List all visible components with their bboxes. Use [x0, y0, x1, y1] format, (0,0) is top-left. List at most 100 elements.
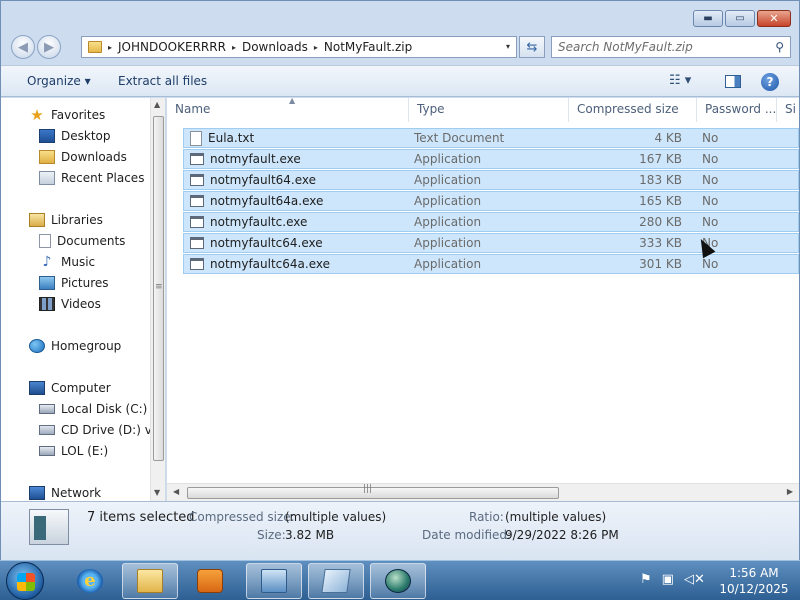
pictures-icon	[39, 276, 55, 290]
minimize-button[interactable]: ▬	[693, 10, 723, 27]
column-name[interactable]: ▲ Name	[167, 98, 409, 122]
file-name: notmyfault.exe	[210, 152, 301, 166]
nav-label: Homegroup	[51, 339, 122, 353]
address-bar[interactable]: ▸ JOHNDOOKERRRR ▸ Downloads ▸ NotMyFault…	[81, 36, 517, 58]
taskbar-ie[interactable]: e	[62, 563, 118, 599]
breadcrumb-user[interactable]: JOHNDOOKERRRR	[118, 40, 226, 54]
maximize-icon: ▭	[735, 12, 745, 24]
table-row[interactable]: notmyfault.exe Application 167 KB No	[183, 149, 799, 169]
nav-recent-places[interactable]: Recent Places	[39, 171, 144, 185]
nav-documents[interactable]: Documents	[39, 234, 125, 248]
table-row[interactable]: notmyfaultc64a.exe Application 301 KB No	[183, 254, 799, 274]
view-options-icon[interactable]: ☷ ▾	[669, 73, 691, 88]
selection-count: 7 items selected	[87, 510, 195, 525]
minimize-icon: ▬	[703, 12, 713, 24]
extract-all-button[interactable]: Extract all files	[118, 74, 207, 88]
search-input[interactable]	[558, 40, 758, 54]
scroll-down-icon[interactable]: ▼	[154, 488, 160, 497]
chevron-right-icon[interactable]: ▸	[232, 43, 236, 52]
scroll-left-icon[interactable]: ◀	[173, 487, 179, 496]
scroll-thumb[interactable]	[187, 487, 559, 499]
libraries-icon	[29, 213, 45, 227]
file-name-cell: notmyfaultc64.exe	[184, 236, 410, 250]
breadcrumb-zip[interactable]: NotMyFault.zip	[324, 40, 412, 54]
nav-videos[interactable]: Videos	[39, 297, 101, 311]
scroll-right-icon[interactable]: ▶	[787, 487, 793, 496]
back-button[interactable]: ◀	[11, 35, 35, 59]
taskbar-app[interactable]	[370, 563, 426, 599]
flag-icon[interactable]: ⚑	[640, 572, 652, 587]
start-button[interactable]	[6, 562, 44, 600]
nav-label: LOL (E:)	[61, 444, 109, 458]
table-row[interactable]: notmyfault64a.exe Application 165 KB No	[183, 191, 799, 211]
taskbar-explorer[interactable]	[122, 563, 178, 599]
nav-downloads[interactable]: Downloads	[39, 150, 127, 164]
taskbar-media-player[interactable]	[182, 563, 238, 599]
documents-icon	[39, 234, 51, 248]
nav-libraries[interactable]: Libraries	[29, 213, 103, 227]
nav-lol-drive[interactable]: LOL (E:)	[39, 444, 108, 458]
size-value: 3.82 MB	[285, 528, 335, 542]
nav-label: Pictures	[61, 276, 109, 290]
chevron-right-icon[interactable]: ▸	[314, 43, 318, 52]
table-row[interactable]: notmyfault64.exe Application 183 KB No	[183, 170, 799, 190]
zip-archive-icon	[29, 509, 69, 545]
computer-icon	[29, 381, 45, 395]
column-compressed-size[interactable]: Compressed size	[569, 98, 697, 122]
internet-explorer-icon: e	[77, 569, 103, 593]
volume-muted-icon[interactable]: ◁✕	[684, 572, 705, 587]
nav-scrollbar[interactable]: ▲ ≡ ▼	[150, 98, 165, 501]
file-type: Application	[414, 152, 482, 166]
nav-favorites[interactable]: ★ Favorites	[29, 106, 105, 124]
forward-button[interactable]: ▶	[37, 35, 61, 59]
nav-pictures[interactable]: Pictures	[39, 276, 109, 290]
table-row[interactable]: Eula.txt Text Document 4 KB No	[183, 128, 799, 148]
nav-local-disk[interactable]: Local Disk (C:)	[39, 402, 147, 416]
recent-places-icon	[39, 171, 55, 185]
compressed-size-value: (multiple values)	[285, 510, 387, 524]
nav-desktop[interactable]: Desktop	[39, 129, 111, 143]
explorer-window: ▬ ▭ ✕ ◀ ▶ ▸ JOHNDOOKERRRR ▸ Downloads ▸ …	[0, 0, 800, 560]
search-box[interactable]: ⚲	[551, 36, 791, 58]
help-icon[interactable]: ?	[761, 73, 779, 91]
file-password: No	[702, 257, 719, 271]
table-row[interactable]: notmyfaultc.exe Application 280 KB No	[183, 212, 799, 232]
column-type[interactable]: Type	[409, 98, 569, 122]
file-password: No	[702, 131, 719, 145]
nav-music[interactable]: ♪ Music	[39, 254, 96, 270]
nav-computer[interactable]: Computer	[29, 381, 111, 395]
system-tray: ⚑ ▣ ◁✕	[640, 572, 705, 587]
nav-cd-drive[interactable]: CD Drive (D:) virt	[39, 423, 165, 437]
caption-buttons: ▬ ▭ ✕	[693, 10, 791, 27]
horizontal-scrollbar[interactable]: ◀ ||| ▶	[167, 483, 799, 501]
search-icon[interactable]: ⚲	[775, 40, 784, 54]
address-dropdown-icon[interactable]: ▾	[506, 42, 510, 51]
taskbar-disk-utility[interactable]	[308, 563, 364, 599]
music-icon: ♪	[42, 254, 52, 270]
exe-icon	[190, 195, 204, 207]
scroll-up-icon[interactable]: ▲	[154, 100, 160, 109]
nav-label: Videos	[61, 297, 101, 311]
close-button[interactable]: ✕	[757, 10, 791, 27]
column-password[interactable]: Password ...	[697, 98, 777, 122]
organize-button[interactable]: Organize ▾	[27, 74, 91, 88]
preview-pane-icon[interactable]	[725, 75, 741, 88]
nav-label: Recent Places	[61, 171, 145, 185]
taskbar-control-panel[interactable]	[246, 563, 302, 599]
breadcrumb-downloads[interactable]: Downloads	[242, 40, 308, 54]
file-type: Application	[414, 257, 482, 271]
column-headers: ▲ Name Type Compressed size Password ... …	[167, 98, 799, 122]
network-tray-icon[interactable]: ▣	[662, 572, 674, 587]
clock[interactable]: 1:56 AM 10/12/2025	[714, 565, 794, 597]
maximize-button[interactable]: ▭	[725, 10, 755, 27]
globe-icon	[385, 569, 411, 593]
nav-network[interactable]: Network	[29, 486, 101, 500]
file-name: notmyfault64a.exe	[210, 194, 324, 208]
column-size[interactable]: Si	[777, 98, 799, 122]
disk-icon	[321, 569, 351, 593]
star-icon: ★	[30, 106, 44, 124]
chevron-right-icon[interactable]: ▸	[108, 43, 112, 52]
nav-homegroup[interactable]: Homegroup	[29, 339, 121, 353]
refresh-button[interactable]: ⇆	[519, 36, 545, 58]
nav-label: Libraries	[51, 213, 103, 227]
